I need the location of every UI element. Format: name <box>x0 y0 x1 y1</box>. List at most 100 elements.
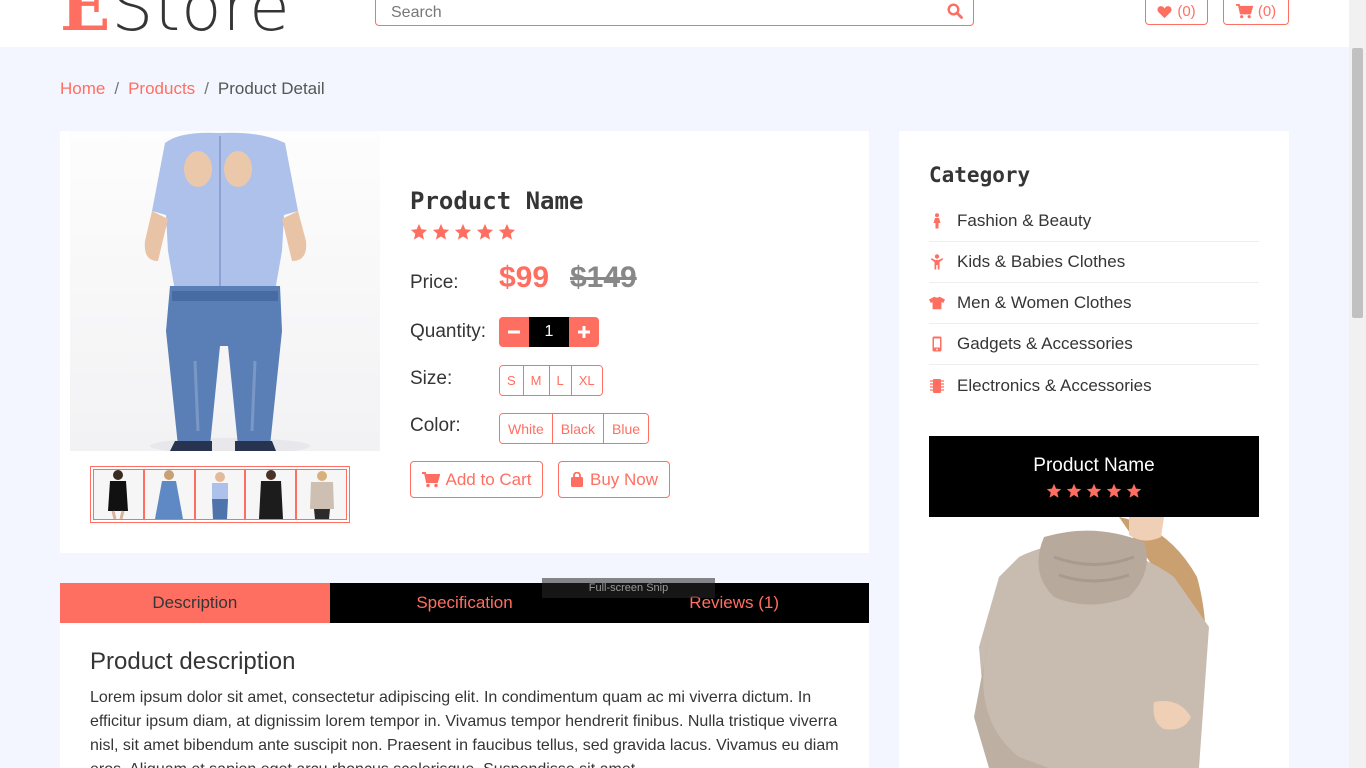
quantity-label: Quantity: <box>410 321 487 342</box>
cart-button[interactable]: (0) <box>1223 0 1289 25</box>
size-options: S M L XL <box>499 365 603 396</box>
star-icon <box>1066 483 1082 498</box>
minus-icon <box>508 330 520 334</box>
tshirt-icon <box>929 296 945 310</box>
color-option-blue[interactable]: Blue <box>604 414 649 443</box>
price-label: Price: <box>410 272 459 293</box>
star-icon <box>1086 483 1102 498</box>
featured-product-rating <box>1046 483 1142 499</box>
plus-icon <box>578 326 590 338</box>
search-box <box>375 0 974 26</box>
cart-icon <box>1235 4 1253 19</box>
price-original: $149 <box>570 261 637 294</box>
size-option-l[interactable]: L <box>549 366 572 395</box>
featured-product-name: Product Name <box>1033 454 1155 476</box>
color-option-black[interactable]: Black <box>552 414 605 443</box>
snip-overlay: Full-screen Snip <box>542 578 715 598</box>
product-main-image <box>70 131 380 451</box>
category-label: Men & Women Clothes <box>957 293 1132 312</box>
featured-product-header: Product Name <box>929 436 1259 517</box>
star-icon <box>432 223 450 240</box>
product-title: Product Name <box>410 187 584 215</box>
category-item-kids[interactable]: Kids & Babies Clothes <box>929 242 1259 283</box>
color-options: White Black Blue <box>499 413 650 444</box>
cart-count: (0) <box>1257 3 1277 20</box>
wishlist-count: (0) <box>1177 3 1196 20</box>
breadcrumb: Home / Products / Product Detail <box>60 79 325 99</box>
thumbnail-black-coat[interactable] <box>245 469 297 520</box>
scrollbar-thumb[interactable] <box>1352 48 1363 318</box>
quantity-input[interactable]: 1 <box>529 317 569 347</box>
color-option-white[interactable]: White <box>500 414 553 443</box>
cart-icon <box>421 471 440 487</box>
product-rating <box>410 223 516 241</box>
tab-description[interactable]: Description <box>60 583 330 623</box>
size-option-s[interactable]: S <box>500 366 524 395</box>
breadcrumb-separator: / <box>114 79 120 98</box>
breadcrumb-current: Product Detail <box>217 79 325 98</box>
star-icon <box>476 223 494 240</box>
star-icon <box>1126 483 1142 498</box>
thumbnail-kid-outfit[interactable] <box>194 469 246 520</box>
category-label: Fashion & Beauty <box>957 211 1092 230</box>
breadcrumb-products[interactable]: Products <box>128 79 195 99</box>
featured-product-image <box>929 517 1259 768</box>
breadcrumb-separator: / <box>204 79 209 98</box>
logo-letter: E <box>60 0 112 46</box>
add-to-cart-button[interactable]: Add to Cart <box>410 461 543 498</box>
site-logo[interactable]: EStore <box>60 0 291 41</box>
search-input[interactable] <box>376 0 916 25</box>
logo-text: Store <box>111 0 291 46</box>
category-label: Gadgets & Accessories <box>957 334 1133 353</box>
child-icon <box>929 254 945 270</box>
star-icon <box>410 223 428 240</box>
shopping-bag-icon <box>570 472 583 487</box>
featured-product-card[interactable]: Product Name <box>929 436 1259 768</box>
search-icon <box>947 3 963 19</box>
thumbnail-black-dress[interactable] <box>93 469 144 520</box>
thumbnail-beige-sweater[interactable] <box>296 469 347 520</box>
mobile-icon <box>929 336 945 352</box>
female-icon <box>929 213 945 229</box>
size-option-xl[interactable]: XL <box>571 366 602 395</box>
description-panel: Product description Lorem ipsum dolor si… <box>60 623 869 768</box>
site-header: EStore (0) (0) <box>0 0 1349 47</box>
category-list: Fashion & Beauty Kids & Babies Clothes M… <box>929 201 1259 406</box>
product-tabs: Description Specification Reviews (1) <box>60 583 869 623</box>
category-item-fashion[interactable]: Fashion & Beauty <box>929 201 1259 242</box>
category-label: Electronics & Accessories <box>957 375 1152 395</box>
buy-now-button[interactable]: Buy Now <box>558 461 670 498</box>
product-detail-card: Product Name Price: $99 $149 Quantity: 1… <box>60 131 869 553</box>
quantity-stepper: 1 <box>499 317 599 347</box>
star-icon <box>1106 483 1122 498</box>
product-thumbnails <box>90 466 350 523</box>
category-title: Category <box>929 163 1031 187</box>
microchip-icon <box>929 378 945 394</box>
kid-model-illustration <box>144 132 310 451</box>
add-to-cart-label: Add to Cart <box>445 469 532 489</box>
star-icon <box>498 223 516 240</box>
size-label: Size: <box>410 368 453 389</box>
breadcrumb-home[interactable]: Home <box>60 79 105 99</box>
quantity-increase-button[interactable] <box>569 317 599 347</box>
color-label: Color: <box>410 415 461 436</box>
thumbnail-blue-dress[interactable] <box>143 469 195 520</box>
woman-sweater-illustration <box>974 517 1209 768</box>
sidebar: Category Fashion & Beauty Kids & Babies … <box>899 131 1289 768</box>
category-item-electronics[interactable]: Electronics & Accessories <box>929 365 1259 406</box>
description-title: Product description <box>90 648 296 675</box>
search-button[interactable] <box>943 0 967 23</box>
category-item-men-women[interactable]: Men & Women Clothes <box>929 283 1259 324</box>
wishlist-button[interactable]: (0) <box>1145 0 1208 25</box>
heart-icon <box>1157 5 1172 18</box>
price-current: $99 <box>499 261 550 294</box>
page-scrollbar[interactable] <box>1349 0 1366 768</box>
star-icon <box>1046 483 1062 498</box>
quantity-decrease-button[interactable] <box>499 317 529 347</box>
star-icon <box>454 223 472 240</box>
buy-now-label: Buy Now <box>589 469 659 489</box>
description-text: Lorem ipsum dolor sit amet, consectetur … <box>90 689 839 768</box>
category-label: Kids & Babies Clothes <box>957 252 1126 271</box>
size-option-m[interactable]: M <box>523 366 550 395</box>
category-item-gadgets[interactable]: Gadgets & Accessories <box>929 324 1259 365</box>
